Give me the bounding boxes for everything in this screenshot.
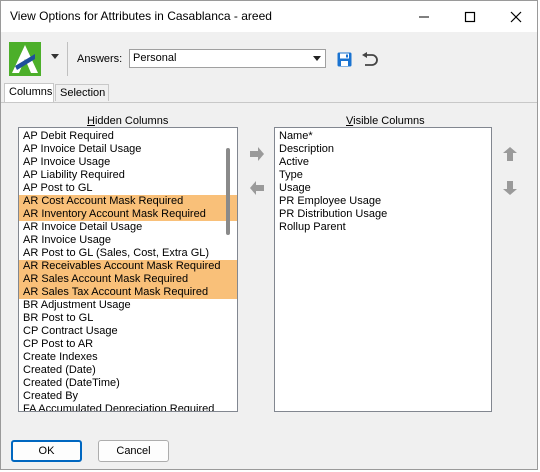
answers-select-value: Personal xyxy=(133,52,177,64)
hidden-column-item[interactable]: CP Contract Usage xyxy=(19,325,237,338)
answers-select[interactable]: Personal xyxy=(129,49,326,68)
move-right-button[interactable] xyxy=(247,145,267,163)
chevron-down-icon xyxy=(313,56,321,61)
tab-selection[interactable]: Selection xyxy=(55,84,109,101)
move-left-button[interactable] xyxy=(247,179,267,197)
maximize-button[interactable] xyxy=(447,1,493,32)
minimize-button[interactable] xyxy=(401,1,447,32)
visible-column-item[interactable]: Active xyxy=(275,156,491,169)
hidden-column-item[interactable]: AR Cost Account Mask Required xyxy=(19,195,237,208)
toolbar: Answers: Personal xyxy=(1,32,537,84)
visible-columns-list[interactable]: Name* Description Active Type Usage PR Employ… xyxy=(274,127,492,412)
visible-column-item[interactable]: Description xyxy=(275,143,491,156)
hidden-column-item[interactable]: Created (Date) xyxy=(19,364,237,377)
hidden-column-item[interactable]: BR Post to GL xyxy=(19,312,237,325)
toolbar-separator xyxy=(67,42,68,76)
ok-button[interactable]: OK xyxy=(11,440,82,462)
hidden-column-item[interactable]: FA Accumulated Depreciation Required xyxy=(19,403,237,411)
hidden-column-item[interactable]: AP Invoice Detail Usage xyxy=(19,143,237,156)
hidden-column-item[interactable]: AR Post to GL (Sales, Cost, Extra GL) xyxy=(19,247,237,260)
hidden-list-scrollbar[interactable] xyxy=(226,148,230,235)
arrow-up-icon xyxy=(503,147,517,161)
hidden-column-item[interactable]: AR Sales Account Mask Required xyxy=(19,273,237,286)
arrow-right-icon xyxy=(250,147,264,161)
visible-columns-label: Visible Columns xyxy=(346,115,425,127)
visible-column-item[interactable]: Usage xyxy=(275,182,491,195)
visible-column-item[interactable]: Rollup Parent xyxy=(275,221,491,234)
dialog-footer: OK Cancel xyxy=(1,429,537,469)
hidden-columns-label: Hidden Columns xyxy=(87,115,169,127)
logo-dropdown-arrow[interactable] xyxy=(51,54,59,59)
move-down-button[interactable] xyxy=(500,179,520,197)
columns-panel: Hidden Columns Visible Columns AP Debit … xyxy=(1,102,537,430)
tab-strip: Columns Selection xyxy=(1,83,537,102)
hidden-column-item[interactable]: AP Debit Required xyxy=(19,130,237,143)
minimize-icon xyxy=(419,16,429,17)
hidden-column-item[interactable]: Created By xyxy=(19,390,237,403)
app-logo-icon[interactable] xyxy=(9,42,41,76)
hidden-column-item[interactable]: AR Sales Tax Account Mask Required xyxy=(19,286,237,299)
close-icon xyxy=(510,11,522,22)
hidden-column-item[interactable]: BR Adjustment Usage xyxy=(19,299,237,312)
hidden-column-item[interactable]: AR Inventory Account Mask Required xyxy=(19,208,237,221)
maximize-icon xyxy=(464,11,476,22)
tab-columns[interactable]: Columns xyxy=(4,83,54,102)
hidden-column-item[interactable]: AR Invoice Detail Usage xyxy=(19,221,237,234)
hidden-column-item[interactable]: AR Invoice Usage xyxy=(19,234,237,247)
visible-column-item[interactable]: PR Distribution Usage xyxy=(275,208,491,221)
hidden-column-item[interactable]: CP Post to AR xyxy=(19,338,237,351)
visible-column-item[interactable]: PR Employee Usage xyxy=(275,195,491,208)
undo-icon[interactable] xyxy=(361,52,378,67)
hidden-column-item[interactable]: AP Invoice Usage xyxy=(19,156,237,169)
close-button[interactable] xyxy=(493,1,537,32)
title-bar: View Options for Attributes in Casablanc… xyxy=(1,1,537,32)
hidden-column-item[interactable]: Create Indexes xyxy=(19,351,237,364)
hidden-column-item[interactable]: AR Receivables Account Mask Required xyxy=(19,260,237,273)
answers-label: Answers: xyxy=(77,53,123,65)
visible-column-item[interactable]: Name* xyxy=(275,130,491,143)
arrow-down-icon xyxy=(503,181,517,195)
hidden-column-item[interactable]: AP Liability Required xyxy=(19,169,237,182)
visible-column-item[interactable]: Type xyxy=(275,169,491,182)
hidden-column-item[interactable]: AP Post to GL xyxy=(19,182,237,195)
cancel-button[interactable]: Cancel xyxy=(98,440,169,462)
move-up-button[interactable] xyxy=(500,145,520,163)
dialog-window: View Options for Attributes in Casablanc… xyxy=(0,0,538,470)
arrow-left-icon xyxy=(250,181,264,195)
window-title: View Options for Attributes in Casablanc… xyxy=(10,9,272,23)
hidden-column-item[interactable]: Created (DateTime) xyxy=(19,377,237,390)
save-icon[interactable] xyxy=(337,52,352,67)
hidden-columns-list[interactable]: AP Debit Required AP Invoice Detail Usage… xyxy=(18,127,238,412)
